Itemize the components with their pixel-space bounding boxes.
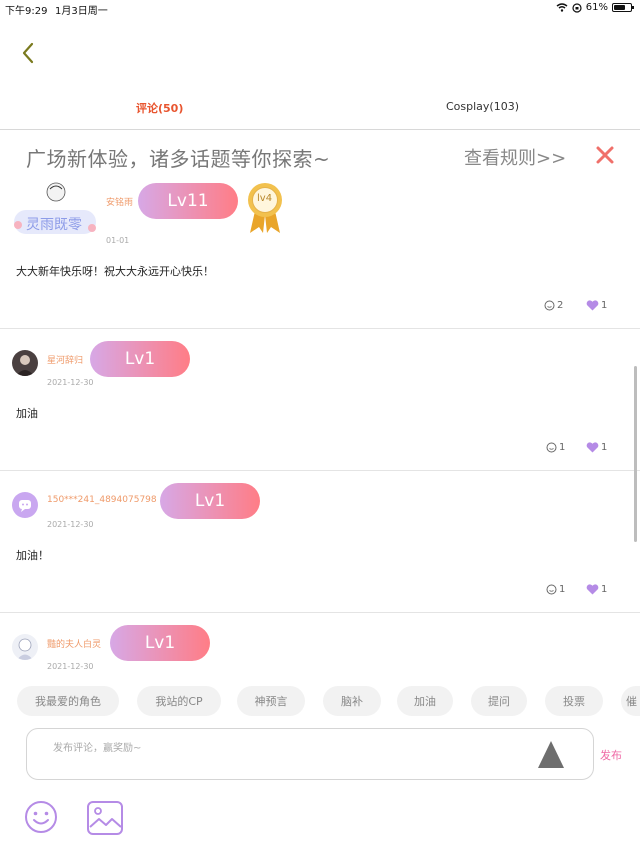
comment-bubble-icon <box>544 300 555 311</box>
like-count: 1 <box>601 584 608 595</box>
topic-chip[interactable]: 脑补 <box>323 686 381 716</box>
comment-text: 加油！ <box>16 549 49 562</box>
comment-date: 2021-12-30 <box>47 378 94 387</box>
level-badge: Lv1 <box>110 625 210 661</box>
like-button[interactable]: 1 <box>586 584 607 595</box>
battery-icon <box>612 3 634 12</box>
image-upload-button[interactable] <box>86 800 124 836</box>
orientation-lock-icon <box>572 2 582 13</box>
chevron-left-icon <box>22 42 34 64</box>
default-avatar-icon <box>19 500 31 512</box>
avatar[interactable] <box>12 634 38 660</box>
level-badge: Lv11 <box>138 183 238 219</box>
comment-date: 01-01 <box>106 236 130 245</box>
comment-item: 150***241_4894075798 Lv1 2021-12-30 加油！ … <box>0 471 640 613</box>
comment-input[interactable]: 发布评论，赢奖励~ <box>26 728 594 780</box>
comment-username[interactable]: 星河辞归 <box>47 353 83 366</box>
reply-button[interactable]: 2 <box>544 300 563 311</box>
medal-badge: lv4 <box>246 181 284 235</box>
like-button[interactable]: 1 <box>586 442 607 453</box>
topic-chip[interactable]: 神预言 <box>237 686 305 716</box>
status-bar: 下午9:29 1月3日周一 61% <box>0 0 640 17</box>
like-count: 1 <box>601 442 608 453</box>
comment-input-placeholder: 发布评论，赢奖励~ <box>53 743 142 754</box>
like-count: 1 <box>601 300 608 311</box>
comment-item: 星河辞归 Lv1 2021-12-30 加油 1 1 <box>0 329 640 471</box>
scrollbar[interactable] <box>634 366 637 542</box>
comment-bubble-icon <box>546 442 557 453</box>
reply-count: 1 <box>559 584 566 595</box>
topic-chip[interactable]: 催 <box>621 686 640 716</box>
topic-chip[interactable]: 我站的CP <box>137 686 221 716</box>
send-triangle-icon[interactable] <box>538 741 564 768</box>
tab-cosplay[interactable]: Cosplay(103) <box>446 100 519 113</box>
wifi-icon <box>556 3 568 12</box>
comment-username[interactable]: 150***241_4894075798 <box>47 495 157 505</box>
comment-item: 豔的夫人白灵 Lv1 2021-12-30 <box>0 613 640 680</box>
banner-text: 广场新体验，诸多话题等你探索~ <box>26 147 331 171</box>
level-badge: Lv1 <box>160 483 260 519</box>
tab-comments[interactable]: 评论(50) <box>136 100 183 116</box>
heart-icon <box>586 584 599 595</box>
reply-button[interactable]: 1 <box>546 584 565 595</box>
view-rules-link[interactable]: 查看规则>> <box>464 144 566 170</box>
topic-chip[interactable]: 加油 <box>397 686 453 716</box>
square-banner: 广场新体验，诸多话题等你探索~ 查看规则>> <box>0 131 640 179</box>
banner-close-button[interactable] <box>595 145 615 165</box>
comment-text: 加油 <box>16 407 38 420</box>
comment-item: 灵雨既零 安铭雨 Lv11 lv4 01-01 大大新年快乐呀！祝大大永远开心快… <box>0 179 640 329</box>
level-badge: Lv1 <box>90 341 190 377</box>
comment-date: 2021-12-30 <box>47 662 94 671</box>
status-right: 61% <box>556 2 634 13</box>
close-icon <box>596 146 614 164</box>
avatar[interactable] <box>12 492 38 518</box>
publish-button[interactable]: 发布 <box>600 747 622 763</box>
avatar-image <box>16 355 34 376</box>
status-date: 1月3日周一 <box>55 6 108 17</box>
topic-chip[interactable]: 我最爱的角色 <box>17 686 119 716</box>
topic-chips-bar: 我最爱的角色 我站的CP 神预言 脑补 加油 提问 投票 催 <box>0 680 640 722</box>
comment-date: 2021-12-30 <box>47 520 94 529</box>
reply-count: 2 <box>557 300 564 311</box>
comment-username[interactable]: 豔的夫人白灵 <box>47 637 101 650</box>
battery-percent: 61% <box>585 2 608 13</box>
comment-bubble-icon <box>546 584 557 595</box>
avatar-frame-text: 灵雨既零 <box>26 217 82 233</box>
avatar[interactable] <box>12 350 38 376</box>
image-icon <box>87 801 123 835</box>
like-button[interactable]: 1 <box>586 300 607 311</box>
smiley-icon <box>25 801 57 833</box>
medal-level: lv4 <box>257 193 273 204</box>
avatar-frame[interactable]: 灵雨既零 <box>12 181 98 237</box>
topic-chip[interactable]: 提问 <box>471 686 527 716</box>
heart-icon <box>586 442 599 453</box>
comment-text: 大大新年快乐呀！祝大大永远开心快乐！ <box>16 265 214 278</box>
topic-chip[interactable]: 投票 <box>545 686 603 716</box>
reply-button[interactable]: 1 <box>546 442 565 453</box>
reply-count: 1 <box>559 442 566 453</box>
heart-icon <box>586 300 599 311</box>
avatar-image <box>17 638 33 660</box>
medal-icon <box>248 183 282 233</box>
status-time: 下午9:29 <box>5 6 48 17</box>
back-button[interactable] <box>16 40 42 66</box>
tab-bar: 评论(50) Cosplay(103) <box>0 90 640 130</box>
emoji-button[interactable] <box>24 800 58 834</box>
comment-username[interactable]: 安铭雨 <box>106 195 133 208</box>
